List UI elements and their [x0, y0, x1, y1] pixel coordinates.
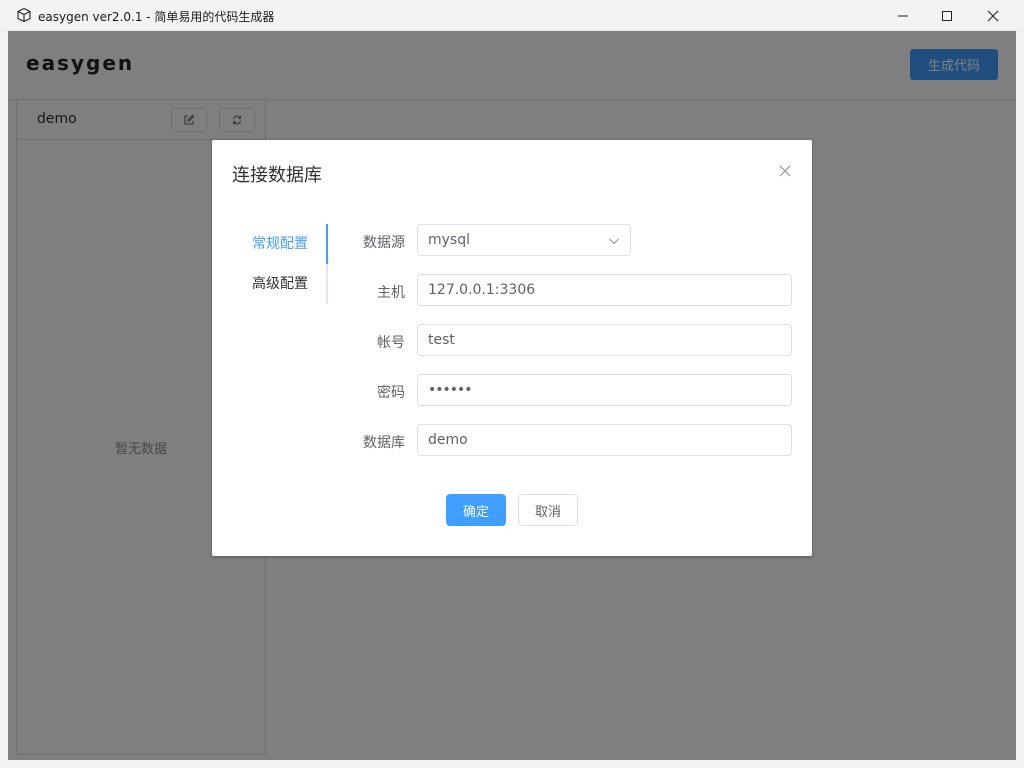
- password-input[interactable]: ••••••: [417, 374, 792, 406]
- minimize-icon: [898, 15, 908, 16]
- datasource-select[interactable]: mysql: [417, 224, 631, 256]
- dialog-close-button[interactable]: [775, 161, 795, 181]
- database-label: 数据库: [363, 435, 405, 451]
- close-window-button[interactable]: [970, 0, 1016, 31]
- connect-database-dialog: 连接数据库 常规配置 高级配置 数据源 mysql 主机 127.0.0.1:3…: [212, 140, 812, 556]
- window-titlebar: easygen ver2.0.1 - 简单易用的代码生成器: [0, 0, 1024, 31]
- chevron-down-icon: [609, 238, 619, 245]
- host-input[interactable]: 127.0.0.1:3306: [417, 274, 792, 306]
- account-label: 帐号: [377, 335, 405, 351]
- tab-advanced-config[interactable]: 高级配置: [232, 264, 324, 304]
- maximize-icon: [942, 10, 952, 21]
- minimize-button[interactable]: [880, 0, 926, 31]
- host-label: 主机: [377, 285, 405, 301]
- database-input[interactable]: demo: [417, 424, 792, 456]
- tab-general-config[interactable]: 常规配置: [232, 224, 324, 264]
- config-tabs: 常规配置 高级配置: [232, 224, 328, 304]
- datasource-label: 数据源: [363, 235, 405, 251]
- account-input[interactable]: test: [417, 324, 792, 356]
- cube-icon: [16, 7, 32, 23]
- dialog-title: 连接数据库: [232, 165, 322, 186]
- close-icon: [987, 10, 999, 21]
- cancel-button[interactable]: 取消: [518, 494, 578, 526]
- confirm-button[interactable]: 确定: [446, 494, 506, 526]
- datasource-value: mysql: [428, 232, 470, 248]
- close-icon: [779, 165, 791, 177]
- password-label: 密码: [377, 385, 405, 401]
- window-title: easygen ver2.0.1 - 简单易用的代码生成器: [38, 10, 275, 24]
- maximize-button[interactable]: [924, 0, 970, 31]
